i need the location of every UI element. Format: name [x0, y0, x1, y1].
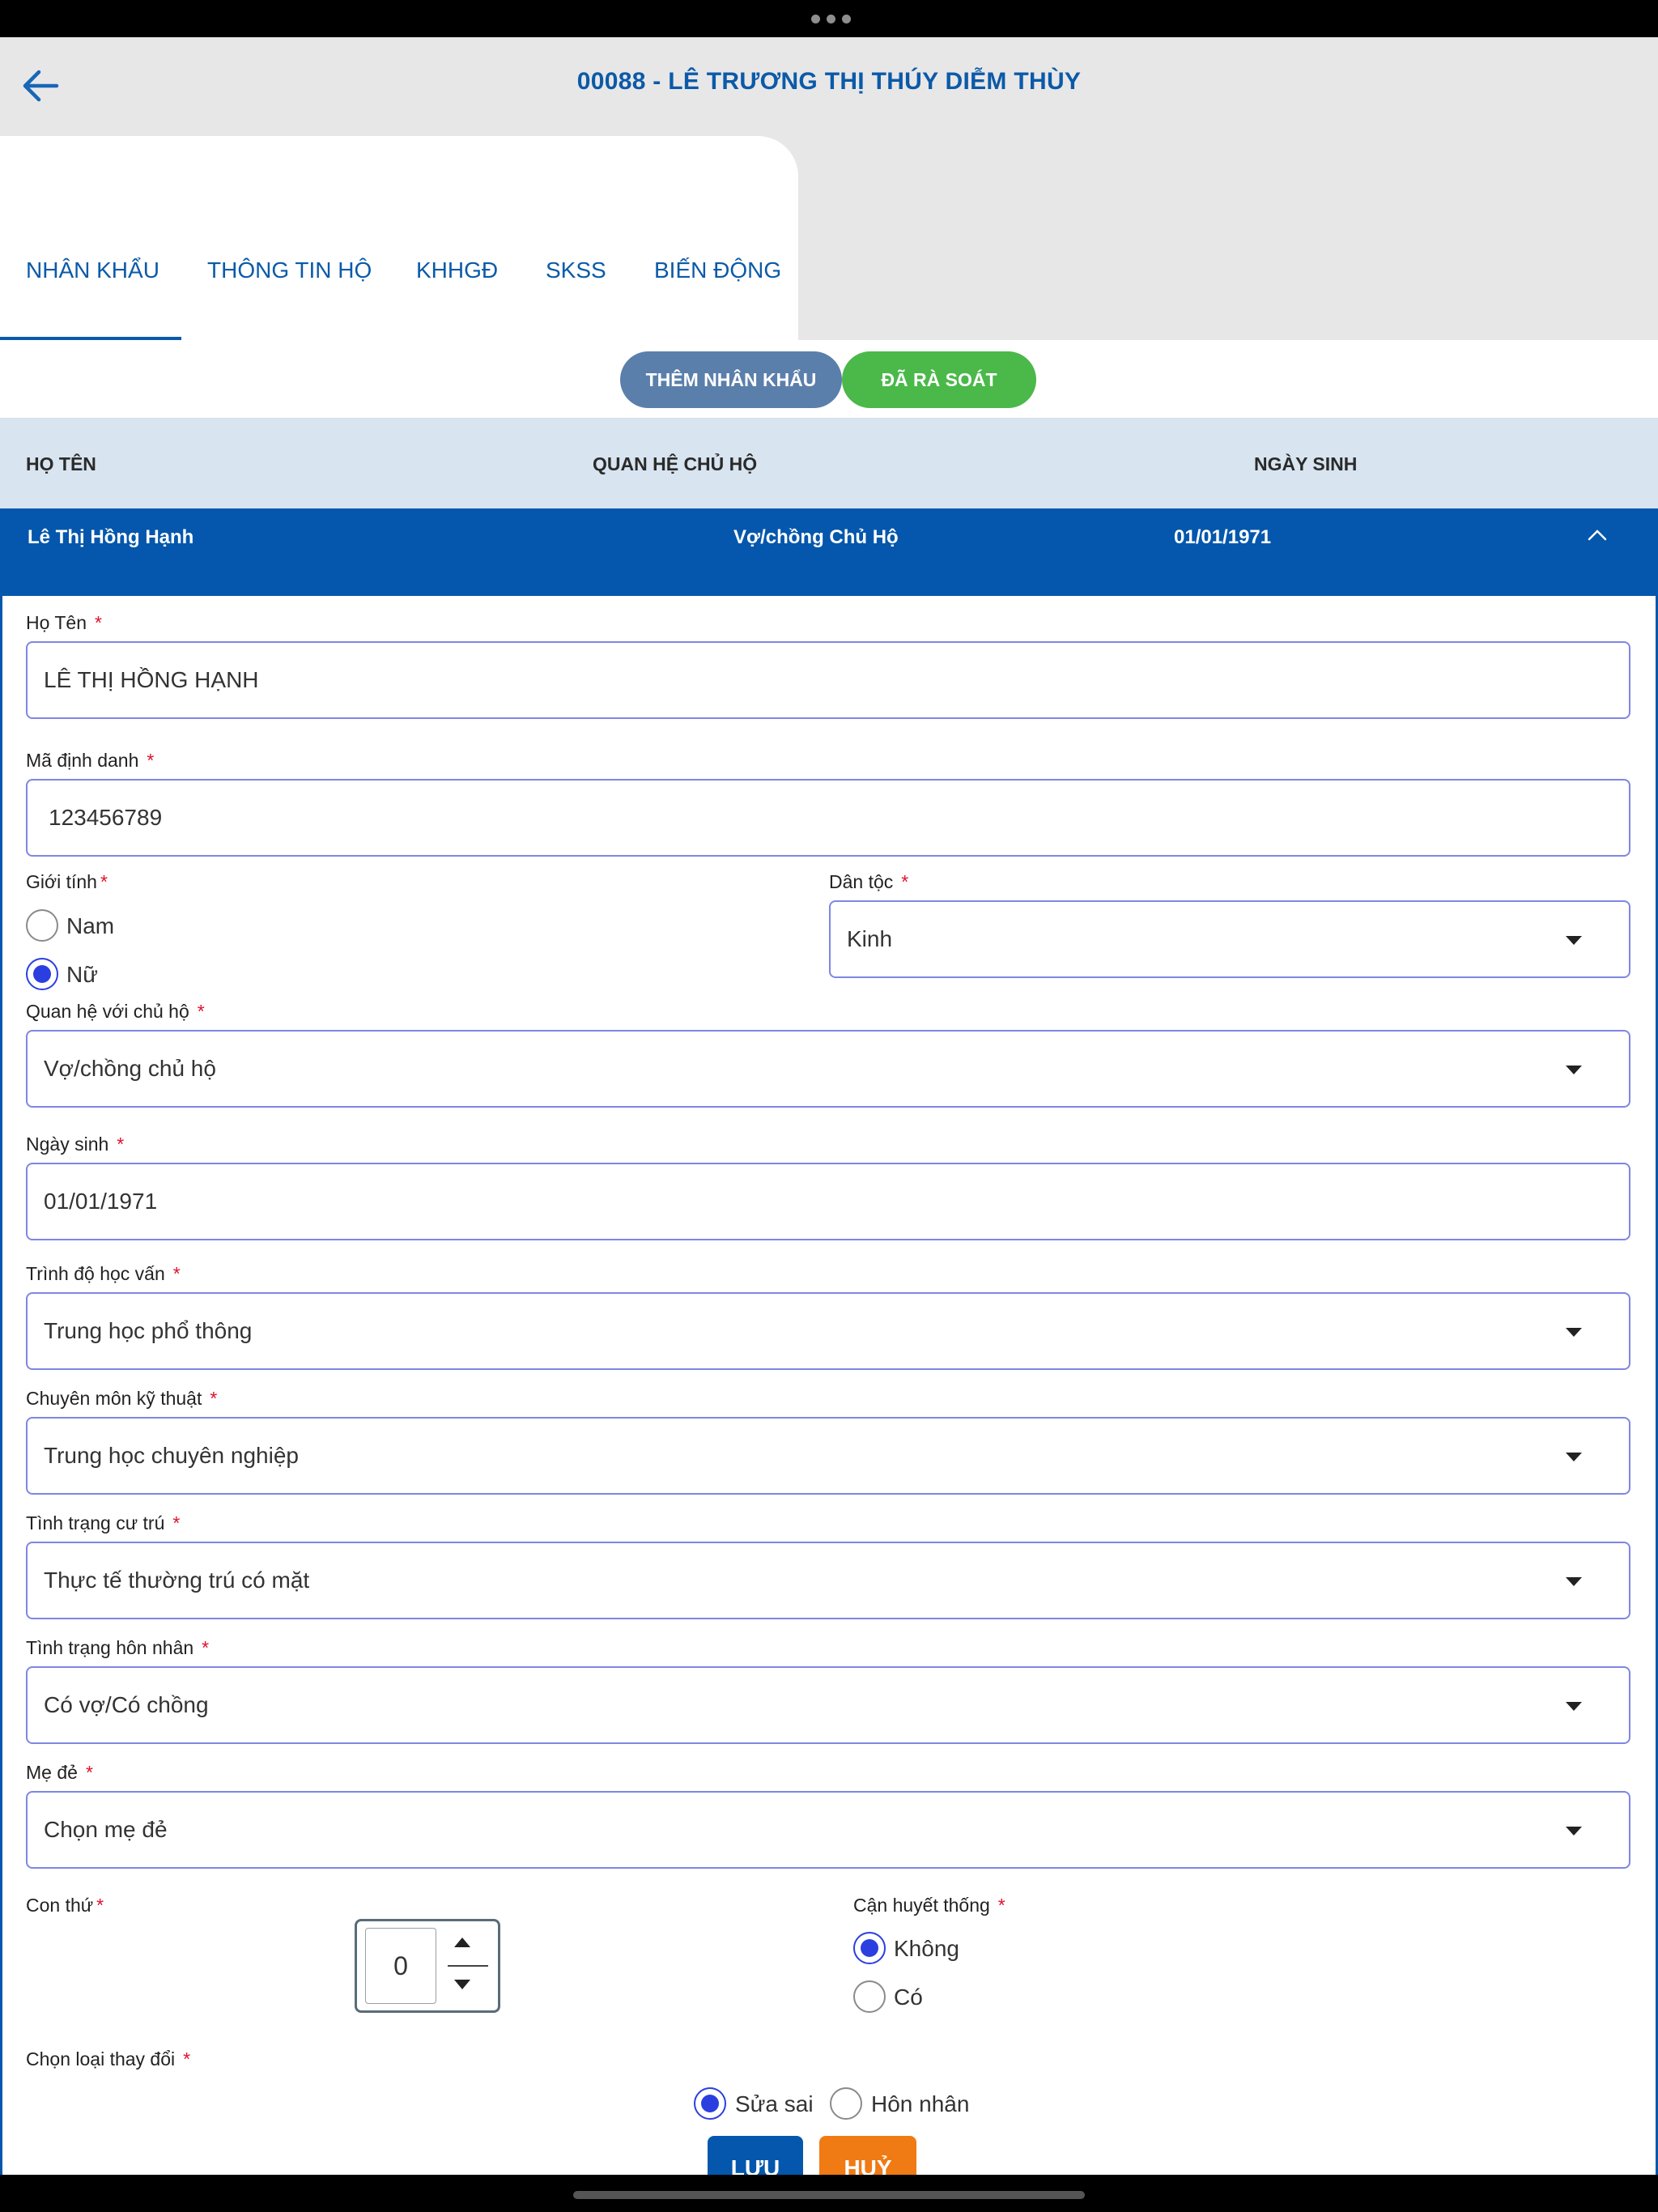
loai-thay-doi-label: Chọn loại thay đổi *: [26, 2048, 191, 2069]
table-header: HỌ TÊN QUAN HỆ CHỦ HỘ NGÀY SINH: [0, 418, 1658, 508]
stepper-divider: [448, 1965, 488, 1967]
app-screen: 00088 - LÊ TRƯƠNG THỊ THÚY DIỄM THÙY NHÂ…: [0, 37, 1658, 2175]
row-dob: 01/01/1971: [1174, 526, 1272, 548]
dropdown-arrow-icon: [1566, 1827, 1582, 1836]
gender-label-nu: Nữ: [66, 962, 98, 987]
chevron-up-icon[interactable]: [1587, 525, 1608, 546]
home-bar: [0, 2175, 1658, 2212]
cu-tru-label: Tình trạng cư trú *: [26, 1512, 181, 1534]
trinh-do-select[interactable]: Trung học phổ thông: [26, 1292, 1630, 1370]
tab-bar: NHÂN KHẨU THÔNG TIN HỘ KHHGĐ SKSS BIẾN Đ…: [0, 136, 798, 340]
stepper-up-icon[interactable]: [454, 1938, 470, 1947]
ma-dinh-danh-label: Mã định danh *: [26, 750, 155, 771]
me-de-label: Mẹ đẻ *: [26, 1762, 93, 1783]
kinship-radio-khong[interactable]: [853, 1932, 886, 1964]
page-title: 00088 - LÊ TRƯƠNG THỊ THÚY DIỄM THÙY: [576, 68, 1082, 95]
gender-radio-nam[interactable]: [26, 909, 58, 942]
column-header-dob: NGÀY SINH: [1254, 453, 1358, 474]
con-thu-value[interactable]: 0: [365, 1928, 436, 2004]
kinship-radio-co[interactable]: [853, 1980, 886, 2013]
stepper-down-icon[interactable]: [454, 1980, 470, 1989]
dropdown-arrow-icon: [1566, 936, 1582, 945]
can-huyet-thong-label: Cận huyết thống *: [853, 1895, 1005, 1916]
change-type-radio-sua-sai[interactable]: [694, 2087, 726, 2120]
table-row[interactable]: Lê Thị Hồng Hạnh Vợ/chồng Chủ Hộ 01/01/1…: [0, 508, 1658, 596]
tab-nhan-khau[interactable]: NHÂN KHẨU: [26, 257, 159, 283]
dropdown-arrow-icon: [1566, 1066, 1582, 1074]
ngay-sinh-input[interactable]: 01/01/1971: [26, 1163, 1630, 1240]
quan-he-select[interactable]: Vợ/chồng chủ hộ: [26, 1030, 1630, 1108]
ngay-sinh-label: Ngày sinh *: [26, 1134, 125, 1155]
hon-nhan-select[interactable]: Có vợ/Có chồng: [26, 1666, 1630, 1744]
dan-toc-select[interactable]: Kinh: [829, 900, 1630, 978]
dropdown-arrow-icon: [1566, 1577, 1582, 1586]
add-member-button[interactable]: THÊM NHÂN KHẨU: [620, 351, 842, 408]
home-indicator[interactable]: [573, 2191, 1085, 2199]
chuyen-mon-select[interactable]: Trung học chuyên nghiệp: [26, 1417, 1630, 1495]
chuyen-mon-label: Chuyên môn kỹ thuật *: [26, 1388, 218, 1409]
tab-bien-dong[interactable]: BIẾN ĐỘNG: [654, 257, 781, 283]
ma-dinh-danh-input[interactable]: 123456789: [26, 779, 1630, 857]
change-type-radio-hon-nhan[interactable]: [830, 2087, 862, 2120]
multitasking-dots-icon[interactable]: [811, 15, 851, 23]
con-thu-stepper[interactable]: 0: [355, 1919, 500, 2013]
dropdown-arrow-icon: [1566, 1328, 1582, 1337]
trinh-do-label: Trình độ học vấn *: [26, 1263, 181, 1284]
gioi-tinh-label: Giới tính *: [26, 871, 108, 892]
quan-he-label: Quan hệ với chủ hộ *: [26, 1001, 205, 1022]
reviewed-button[interactable]: ĐÃ RÀ SOÁT: [842, 351, 1036, 408]
me-de-select[interactable]: Chọn mẹ đẻ: [26, 1791, 1630, 1869]
change-type-label-sua-sai: Sửa sai: [735, 2091, 814, 2116]
con-thu-label: Con thứ *: [26, 1895, 104, 1916]
header: 00088 - LÊ TRƯƠNG THỊ THÚY DIỄM THÙY NHÂ…: [0, 37, 1658, 340]
cancel-button[interactable]: HUỶ: [819, 2136, 916, 2175]
gender-label-nam: Nam: [66, 913, 115, 938]
change-type-label-hon-nhan: Hôn nhân: [871, 2091, 970, 2116]
column-header-relation: QUAN HỆ CHỦ HỘ: [593, 453, 758, 474]
dropdown-arrow-icon: [1566, 1453, 1582, 1461]
ho-ten-label: Họ Tên *: [26, 612, 102, 633]
status-bar: [0, 0, 1658, 37]
active-tab-indicator: [0, 337, 181, 340]
tab-skss[interactable]: SKSS: [546, 257, 606, 283]
gender-radio-nu[interactable]: [26, 958, 58, 990]
tab-thong-tin-ho[interactable]: THÔNG TIN HỘ: [207, 257, 372, 283]
row-name: Lê Thị Hồng Hạnh: [28, 526, 194, 548]
kinship-label-co: Có: [894, 1984, 923, 2010]
save-button[interactable]: LƯU: [708, 2136, 803, 2175]
cu-tru-select[interactable]: Thực tế thường trú có mặt: [26, 1542, 1630, 1619]
hon-nhan-label: Tình trạng hôn nhân *: [26, 1637, 210, 1658]
dan-toc-label: Dân tộc *: [829, 871, 909, 892]
kinship-label-khong: Không: [894, 1936, 959, 1961]
column-header-name: HỌ TÊN: [26, 453, 96, 474]
tab-khhgd[interactable]: KHHGĐ: [416, 257, 498, 283]
dropdown-arrow-icon: [1566, 1702, 1582, 1711]
ho-ten-input[interactable]: LÊ THỊ HỒNG HẠNH: [26, 641, 1630, 719]
row-relation: Vợ/chồng Chủ Hộ: [733, 526, 899, 548]
